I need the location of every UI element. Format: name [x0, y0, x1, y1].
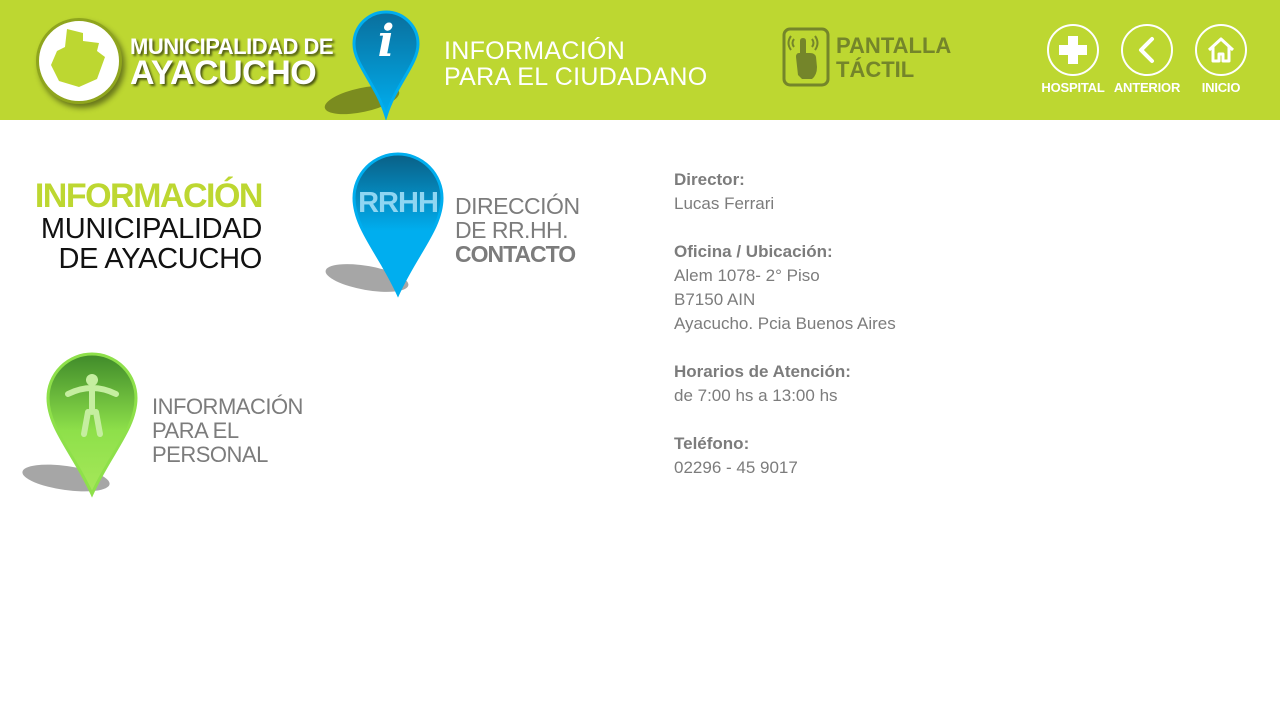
personal-line3: PERSONAL: [152, 442, 268, 467]
home-button[interactable]: INICIO: [1183, 24, 1259, 95]
personal-title[interactable]: INFORMACIÓN PARA EL PERSONAL: [152, 395, 303, 467]
director-label: Director:: [674, 170, 745, 189]
director-value: Lucas Ferrari: [674, 194, 775, 213]
office-label: Oficina / Ubicación:: [674, 242, 833, 261]
rrhh-line1: DIRECCIÓN: [455, 193, 580, 219]
home-label: INICIO: [1201, 80, 1241, 95]
info-line2: DE AYACUCHO: [58, 243, 263, 275]
rrhh-line2: DE RR.HH.: [455, 217, 569, 243]
touch-screen-label: PANTALLA TÁCTIL: [836, 34, 951, 82]
touch-line2: TÁCTIL: [836, 57, 915, 82]
phone-value: 02296 - 45 9017: [674, 458, 798, 477]
rrhh-title[interactable]: DIRECCIÓN DE RR.HH. CONTACTO: [455, 194, 580, 266]
contact-details: Director: Lucas Ferrari Oficina / Ubicac…: [674, 168, 896, 480]
chevron-left-icon: [1121, 24, 1173, 76]
office-line2: B7150 AIN: [674, 290, 756, 309]
back-label: ANTERIOR: [1113, 80, 1181, 95]
info-heading: INFORMACIÓN: [34, 177, 264, 215]
info-block: INFORMACIÓN MUNICIPALIDAD DE AYACUCHO: [30, 177, 264, 275]
municipality-logo-icon: [36, 18, 122, 104]
header-title-line2: PARA EL CIUDADANO: [444, 63, 708, 91]
hospital-button[interactable]: HOSPITAL: [1035, 24, 1111, 95]
hours-value: de 7:00 hs a 13:00 hs: [674, 386, 838, 405]
header-title-line1: INFORMACIÓN: [444, 37, 626, 65]
hours-label: Horarios de Atención:: [674, 362, 851, 381]
svg-text:i: i: [378, 16, 395, 67]
home-icon: [1195, 24, 1247, 76]
touch-hand-icon: [782, 27, 830, 87]
logo-line2: AYACUCHO: [130, 54, 317, 92]
page-title: INFORMACIÓN PARA EL CIUDADANO: [444, 38, 708, 90]
header-bar: MUNICIPALIDAD DE AYACUCHO i INFORMACIÓN …: [0, 0, 1280, 122]
person-pin-icon[interactable]: [16, 350, 146, 500]
municipality-name: MUNICIPALIDAD DE AYACUCHO: [130, 36, 334, 92]
touch-line1: PANTALLA: [836, 33, 952, 58]
personal-line1: INFORMACIÓN: [152, 394, 303, 419]
rrhh-pin-icon[interactable]: RRHH: [322, 150, 452, 300]
office-line1: Alem 1078- 2° Piso: [674, 266, 820, 285]
hospital-label: HOSPITAL: [1041, 80, 1105, 95]
info-line1: MUNICIPALIDAD: [40, 213, 262, 245]
rrhh-line3: CONTACTO: [455, 241, 576, 267]
phone-label: Teléfono:: [674, 434, 750, 453]
personal-line2: PARA EL: [152, 418, 239, 443]
plus-icon: [1047, 24, 1099, 76]
back-button[interactable]: ANTERIOR: [1109, 24, 1185, 95]
info-pin-icon: i: [322, 8, 422, 122]
rrhh-pin-label: RRHH: [358, 187, 438, 219]
office-line3: Ayacucho. Pcia Buenos Aires: [674, 314, 896, 333]
